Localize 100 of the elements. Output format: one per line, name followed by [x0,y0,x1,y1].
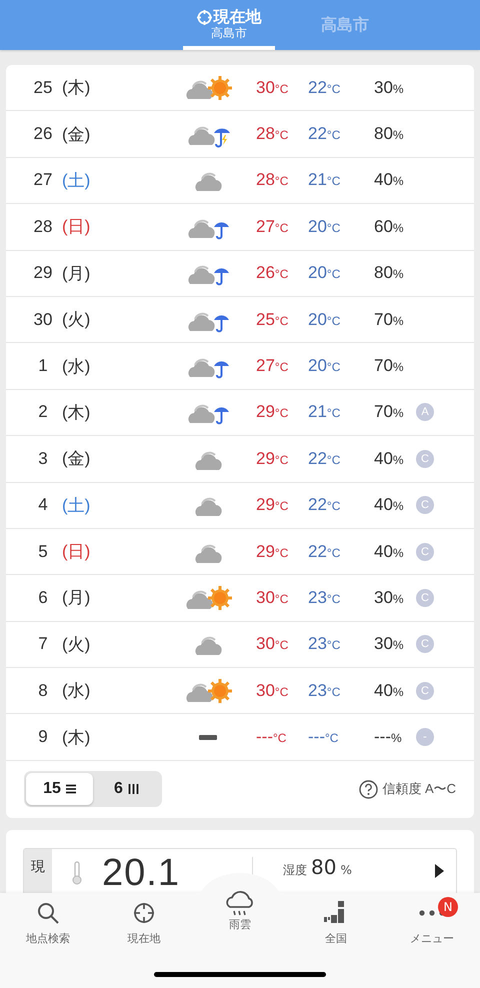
high-temperature: 27°C [256,356,290,376]
low-temperature: 23°C [308,634,342,654]
reliability-badge: C [416,682,434,700]
home-indicator[interactable] [154,972,326,977]
temperature-value: 20.1 [102,852,180,893]
date-text: 28 [32,216,54,237]
current-label: 現 [31,858,45,877]
nav-item[interactable]: 全国 [288,893,384,946]
reliability-badge: - [416,728,434,746]
weekday-text: (火) [61,634,92,656]
date-text: 4 [37,495,49,516]
low-temperature: 20°C [308,216,342,237]
low-temperature: 22°C [308,78,342,98]
precipitation-chance: 80% [374,263,405,284]
date-text: 3 [37,448,49,469]
location-tab[interactable]: 現在地 高島市 [183,0,275,50]
low-temperature: 22°C [308,124,342,144]
nav-item[interactable]: 地点検索 [0,893,96,946]
low-temperature: 22°C [308,542,342,562]
weekday-text: (火) [61,309,92,332]
precipitation-chance: 30% [374,588,405,608]
bars-icon [128,784,139,794]
reliability-badge: C [416,496,434,514]
search-icon [37,902,59,924]
weekday-text: (水) [61,356,92,378]
high-temperature: 28°C [256,170,290,190]
high-temperature: 30°C [256,634,290,654]
low-temperature: 21°C [308,170,342,190]
cloud-sun-icon [184,676,232,705]
date-text: 30 [32,310,54,330]
low-temperature: 21°C [308,402,342,422]
precipitation-chance: ---% [374,727,403,748]
high-temperature: 30°C [256,680,290,701]
precipitation-chance: 30% [374,634,405,654]
weekday-text: (月) [61,587,92,610]
precipitation-chance: 80% [374,124,405,144]
reliability-badge: C [416,588,434,607]
arrow-right-icon [435,864,444,878]
high-temperature: 29°C [256,448,290,469]
high-temperature: 27°C [256,216,290,237]
date-text: 26 [32,124,54,144]
cloud-sun-icon [184,584,232,612]
nav-item[interactable]: 雨雲 [192,893,288,946]
precipitation-chance: 40% [374,680,405,701]
date-text: 9 [37,727,49,748]
thermometer-icon [72,860,82,885]
reliability-help-link[interactable]: 信頼度 A〜C [382,780,456,798]
date-text: 27 [32,170,54,190]
precipitation-chance: 40% [374,170,405,190]
high-temperature: 28°C [256,124,290,144]
weekday-text: (日) [61,541,92,564]
weekday-text: (木) [61,726,92,749]
date-text: 8 [37,680,49,701]
date-text: 5 [37,542,49,562]
date-text: 29 [32,263,54,284]
date-text: 25 [32,78,54,98]
weekday-text: (土) [61,170,92,192]
weekday-text: (水) [61,680,92,702]
weekday-text: (日) [61,216,92,238]
weekday-text: (金) [61,448,92,470]
weekday-text: (木) [61,402,92,424]
high-temperature: 26°C [256,263,290,284]
help-icon [359,780,378,799]
list-icon [66,784,76,794]
high-temperature: 29°C [256,495,290,516]
high-temperature: 25°C [256,310,290,330]
humidity-value: 80 [311,854,336,879]
dash-icon [199,734,217,740]
date-text: 1 [37,356,49,376]
cloud-sun-icon [184,74,232,102]
weekday-text: (月) [61,262,92,285]
crosshair-icon [196,10,212,24]
low-temperature: ---°C [308,727,340,748]
precipitation-chance: 40% [374,495,405,516]
reliability-badge: C [416,450,434,468]
weekday-text: (土) [61,494,92,517]
low-temperature: 23°C [308,680,342,701]
days-toggle[interactable]: 6 [93,773,160,806]
low-temperature: 23°C [308,588,342,608]
precipitation-chance: 30% [374,78,405,98]
high-temperature: 30°C [256,78,290,98]
date-text: 7 [37,634,49,654]
humidity-unit: % [340,862,352,877]
low-temperature: 20°C [308,356,342,376]
reliability-badge: C [416,635,434,654]
days-toggle[interactable]: 15 [26,773,93,806]
precipitation-chance: 70% [374,310,405,330]
nav-item[interactable]: 現在地 [96,893,192,946]
high-temperature: 29°C [256,402,290,422]
precipitation-chance: 70% [374,402,405,422]
low-temperature: 20°C [308,263,342,284]
low-temperature: 22°C [308,448,342,469]
date-text: 6 [37,588,49,608]
precipitation-chance: 60% [374,216,405,237]
precipitation-chance: 40% [374,542,405,562]
low-temperature: 22°C [308,495,342,516]
humidity-label: 湿度 [283,862,307,879]
low-temperature: 20°C [308,310,342,330]
nav-item[interactable]: N メニュー [384,893,480,946]
reliability-badge: C [416,542,434,561]
